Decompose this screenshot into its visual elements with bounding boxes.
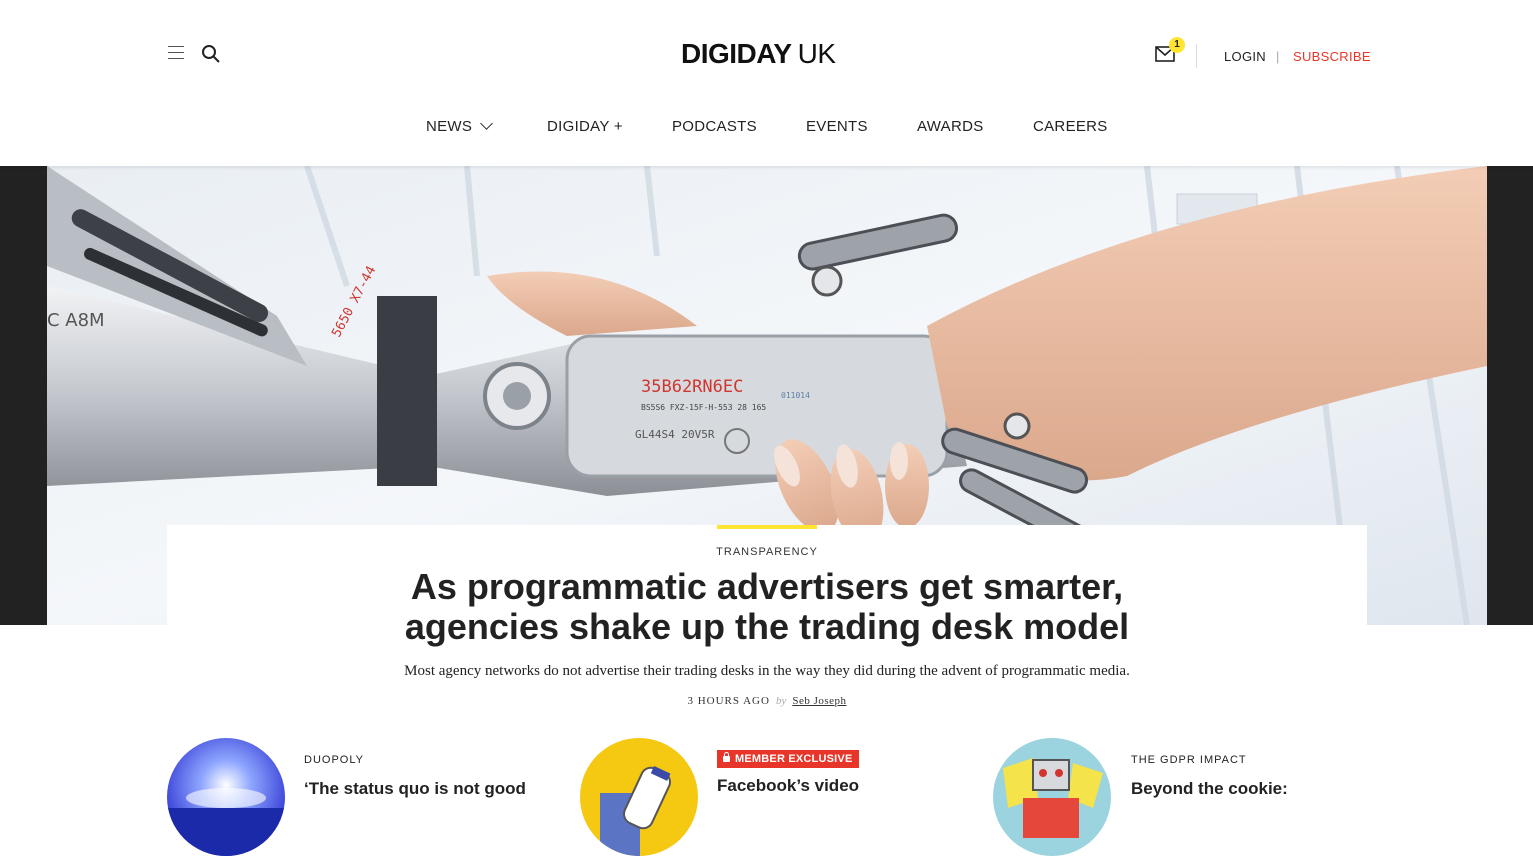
article-timestamp: 3 HOURS AGO [687,695,770,707]
login-link[interactable]: LOGIN [1224,49,1266,64]
headline-line: agencies shake up the trading desk model [404,606,1130,647]
nav-item-careers[interactable]: CAREERS [1033,118,1108,135]
featured-article-meta: 3 HOURS AGO by Seb Joseph [167,695,1367,707]
story-kicker[interactable]: THE GDPR IMPACT [1131,754,1247,766]
notification-badge[interactable]: 1 [1169,37,1185,53]
site-logo[interactable]: DIGIDAY UK [681,38,836,70]
header-divider [1196,44,1197,68]
chevron-down-icon [480,117,494,130]
byline-prefix: by [775,695,787,707]
story-thumbnail[interactable] [993,738,1111,856]
login-subscribe-separator: | [1276,49,1280,64]
hero-image-code: BS5S6 FXZ-15F-H-553 28 165 [641,403,766,412]
story-title[interactable]: Beyond the cookie: [1131,779,1288,799]
author-link[interactable]: Seb Joseph [792,695,846,707]
lock-icon [723,752,730,762]
featured-article-kicker[interactable]: TRANSPARENCY [167,546,1367,558]
hamburger-menu-icon[interactable] [168,46,184,60]
logo-region: UK [797,38,836,69]
hero-image-code: GL44S4 20V5R [635,428,715,441]
nav-item-awards[interactable]: AWARDS [917,118,984,135]
search-icon[interactable] [201,44,221,64]
member-exclusive-badge: MEMBER EXCLUSIVE [717,750,859,768]
featured-article-card: TRANSPARENCY As programmatic advertisers… [167,525,1367,725]
story-card[interactable]: THE GDPR IMPACT Beyond the cookie: [993,738,1373,856]
site-header: DIGIDAY UK 1 LOGIN | SUBSCRIBE NEWS DIGID… [0,0,1533,166]
nav-item-news[interactable]: NEWS [426,117,494,135]
story-kicker[interactable]: DUOPOLY [304,754,364,766]
nav-item-label: NEWS [426,118,473,135]
nav-item-events[interactable]: EVENTS [806,118,868,135]
hero-image-code: 35B62RN6EC [641,377,743,397]
headline-line: As programmatic advertisers get smarter, [410,566,1124,607]
story-thumbnail[interactable] [167,738,285,856]
main-nav: NEWS DIGIDAY + PODCASTS EVENTS AWARDS CA… [0,117,1533,138]
subscribe-link[interactable]: SUBSCRIBE [1293,49,1371,64]
featured-article-headline[interactable]: As programmatic advertisers get smarter,… [167,567,1367,647]
story-title[interactable]: ‘The status quo is not good [304,779,526,799]
logo-brand: DIGIDAY [681,38,792,69]
card-accent-bar [717,525,817,529]
hero-image-code: C A8M [47,310,105,331]
featured-article-dek: Most agency networks do not advertise th… [404,663,1130,679]
story-title[interactable]: Facebook’s video [717,776,859,796]
nav-item-podcasts[interactable]: PODCASTS [672,118,757,135]
nav-item-digiday-plus[interactable]: DIGIDAY + [547,118,623,135]
story-card[interactable]: DUOPOLY ‘The status quo is not good [167,738,547,856]
hero-image-code: 011014 [781,391,810,400]
story-thumbnail[interactable] [580,738,698,856]
badge-label: MEMBER EXCLUSIVE [735,753,853,765]
story-card[interactable]: MEMBER EXCLUSIVE Facebook’s video [580,738,960,856]
